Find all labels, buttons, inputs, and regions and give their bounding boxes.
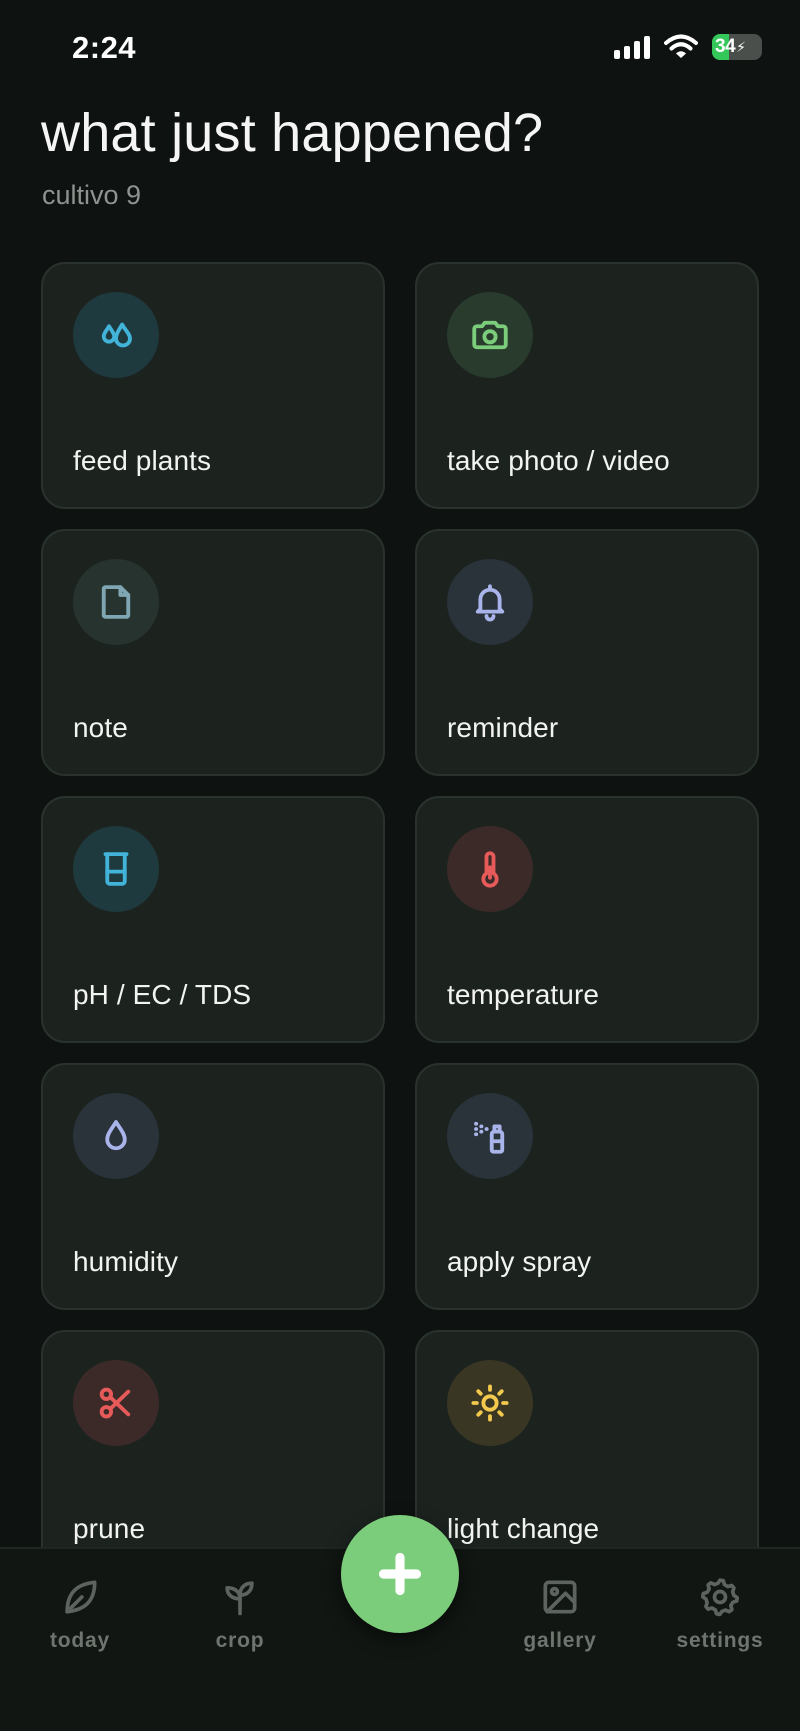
action-label: pH / EC / TDS [73,979,252,1010]
sprout-icon [225,1581,254,1616]
nav-label: settings [676,1629,764,1652]
nav-label: gallery [523,1629,597,1652]
action-label: apply spray [447,1246,592,1277]
nav-item-gallery[interactable]: gallery [490,1575,630,1653]
action-card-light-change[interactable]: light change [415,1330,759,1577]
action-card-ph-ec-tds[interactable]: pH / EC / TDS [41,796,385,1043]
leaf-icon [65,1580,97,1614]
action-label: light change [447,1513,600,1544]
plus-icon [378,1552,422,1596]
image-icon [543,1580,577,1614]
cellular-signal-icon [614,35,650,59]
drop-icon [73,1093,159,1179]
status-indicators: 34 ⚡ [614,34,762,60]
action-card-feed-plants[interactable]: feed plants [41,262,385,509]
page-subtitle: cultivo 9 [42,180,142,210]
charging-bolt-icon: ⚡ [736,38,746,55]
spray-icon [447,1093,533,1179]
status-time: 2:24 [72,30,137,65]
action-label: take photo / video [447,445,670,476]
action-label: note [73,712,128,743]
action-card-reminder[interactable]: reminder [415,529,759,776]
action-label: reminder [447,712,559,743]
thermometer-icon [447,826,533,912]
action-label: prune [73,1513,146,1544]
screen: 2:24 34 ⚡ what just happened? cultivo 9 [0,0,800,1731]
action-card-humidity[interactable]: humidity [41,1063,385,1310]
note-icon [73,559,159,645]
water-drops-icon [73,292,159,378]
nav-item-today[interactable]: today [10,1575,150,1653]
bell-icon [447,559,533,645]
wifi-icon [664,34,698,58]
action-card-note[interactable]: note [41,529,385,776]
page-title: what just happened? [41,103,544,163]
action-card-prune[interactable]: prune [41,1330,385,1577]
beaker-icon [73,826,159,912]
action-card-take-photo-video[interactable]: take photo / video [415,262,759,509]
nav-item-crop[interactable]: crop [170,1575,310,1653]
camera-icon [447,292,533,378]
action-card-apply-spray[interactable]: apply spray [415,1063,759,1310]
action-label: feed plants [73,445,212,476]
scissors-icon [73,1360,159,1446]
action-label: humidity [73,1246,179,1277]
battery-level: 34 [715,36,736,57]
status-bar: 2:24 34 ⚡ [0,0,800,100]
nav-label: crop [215,1629,265,1652]
add-entry-button[interactable] [341,1515,459,1633]
nav-item-settings[interactable]: settings [650,1575,790,1653]
action-label: temperature [447,979,600,1010]
sun-icon [447,1360,533,1446]
nav-label: today [49,1629,110,1652]
gear-icon [700,1578,740,1617]
battery-icon: 34 ⚡ [712,34,762,60]
action-card-temperature[interactable]: temperature [415,796,759,1043]
